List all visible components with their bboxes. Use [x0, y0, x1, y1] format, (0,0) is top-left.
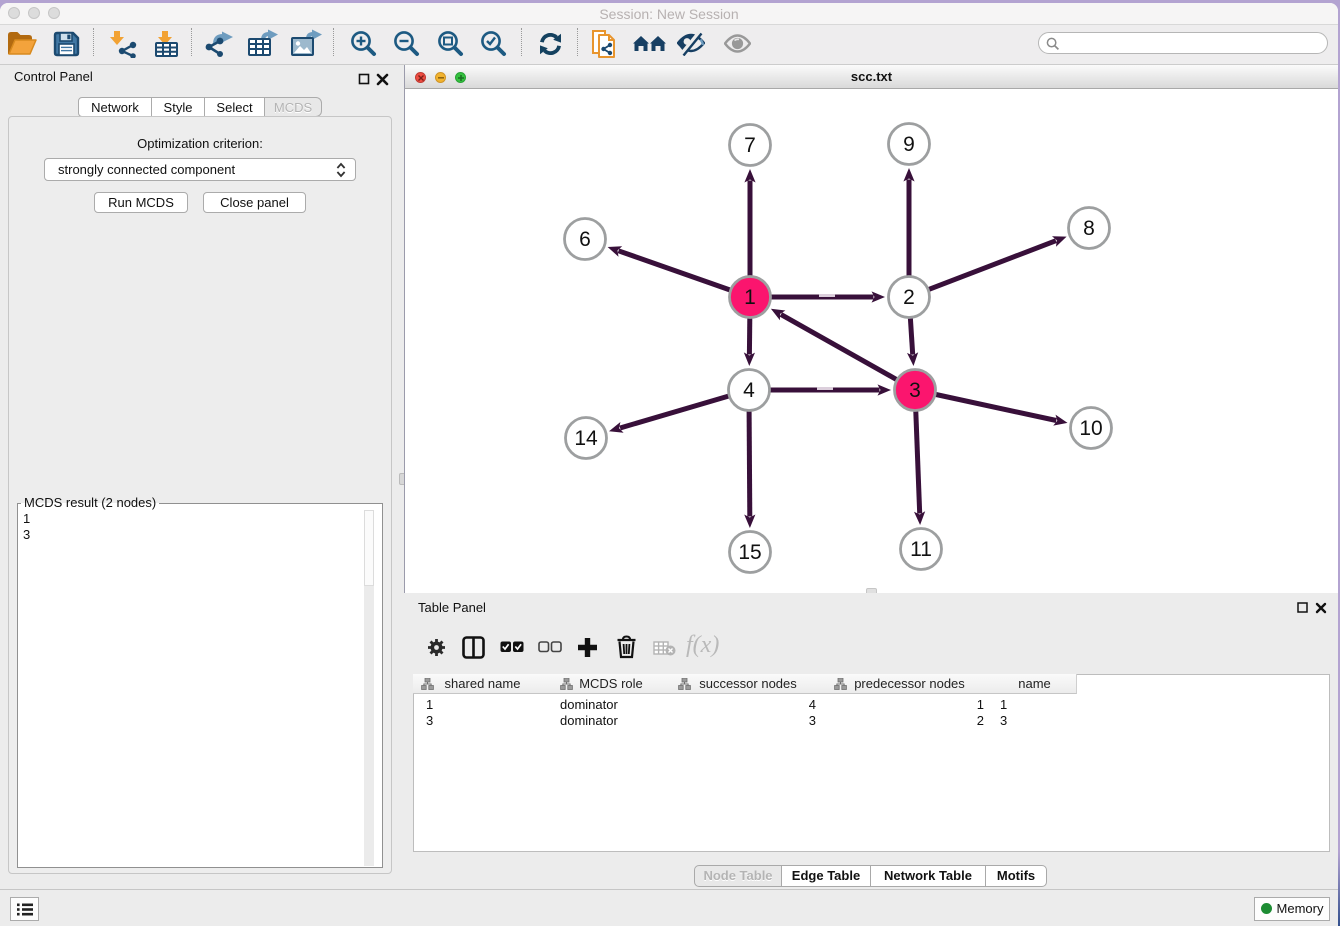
- svg-text:11: 11: [910, 538, 932, 561]
- svg-text:3: 3: [909, 379, 921, 402]
- svg-text:2: 2: [903, 286, 915, 309]
- svg-text:8: 8: [1083, 217, 1095, 240]
- svg-text:1: 1: [744, 286, 756, 309]
- svg-text:6: 6: [579, 228, 591, 251]
- svg-text:14: 14: [574, 427, 598, 450]
- svg-text:9: 9: [903, 133, 915, 156]
- svg-text:7: 7: [744, 134, 756, 157]
- svg-text:10: 10: [1079, 417, 1102, 440]
- svg-text:15: 15: [738, 541, 761, 564]
- svg-text:4: 4: [743, 379, 755, 402]
